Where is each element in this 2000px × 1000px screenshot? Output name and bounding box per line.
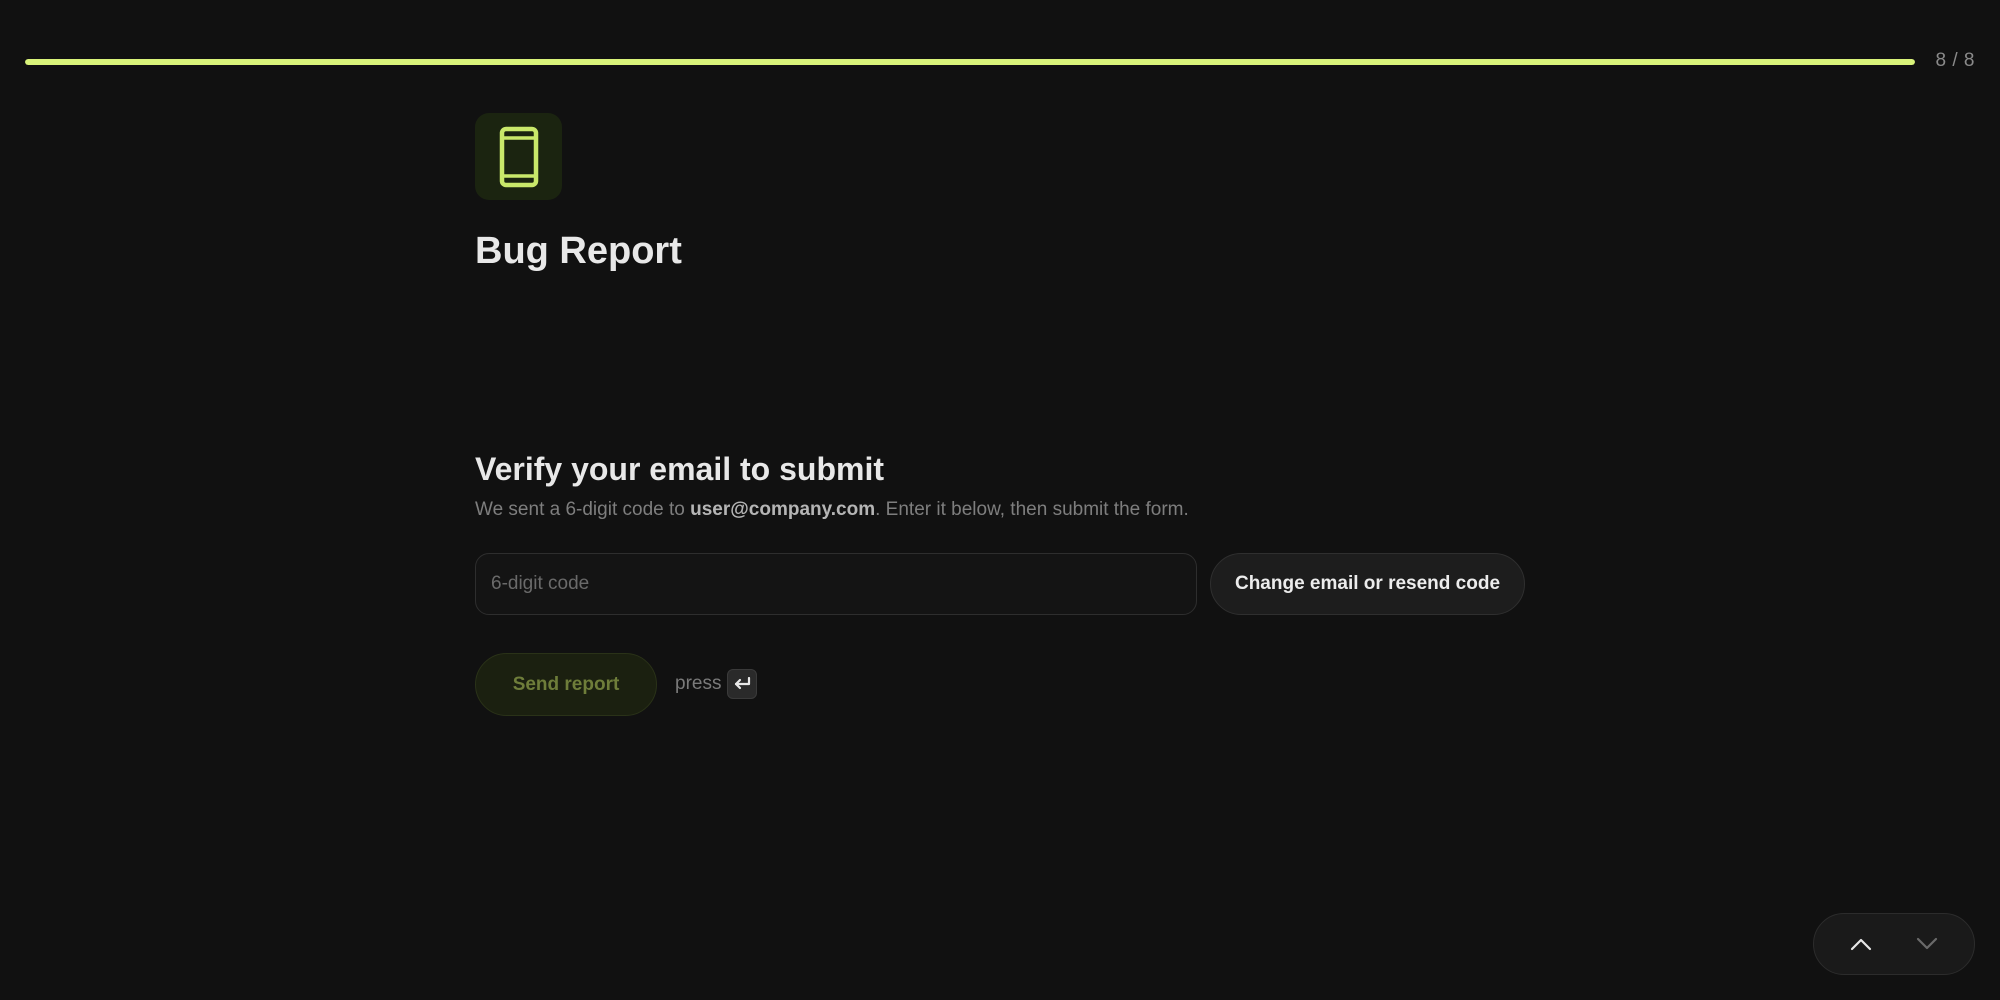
question-navigation [1813,913,1975,975]
press-enter-hint: press [675,669,758,699]
verify-description: We sent a 6-digit code to user@company.c… [475,497,1189,523]
change-email-resend-button[interactable]: Change email or resend code [1210,553,1525,615]
form-header: Bug Report [475,113,1525,274]
progress-bar [25,59,1915,65]
send-report-button[interactable]: Send report [475,653,657,716]
page: 8 / 8 Bug Report Verify your email to su… [0,0,2000,1000]
verify-email: user@company.com [690,499,876,520]
progress-fill [25,59,1915,65]
code-input[interactable] [475,553,1197,615]
enter-key-icon [727,669,758,699]
verify-desc-suffix: . Enter it below, then submit the form. [875,499,1189,520]
verify-desc-prefix: We sent a 6-digit code to [475,499,691,520]
press-label: press [675,673,722,694]
previous-question-button[interactable] [1833,921,1889,967]
chevron-down-icon [1916,937,1938,950]
verify-title: Verify your email to submit [475,451,884,487]
smartphone-icon [475,113,562,200]
next-question-button[interactable] [1899,921,1955,967]
chevron-up-icon [1850,938,1872,951]
progress-count: 8 / 8 [1935,50,1975,71]
page-title: Bug Report [475,230,682,272]
